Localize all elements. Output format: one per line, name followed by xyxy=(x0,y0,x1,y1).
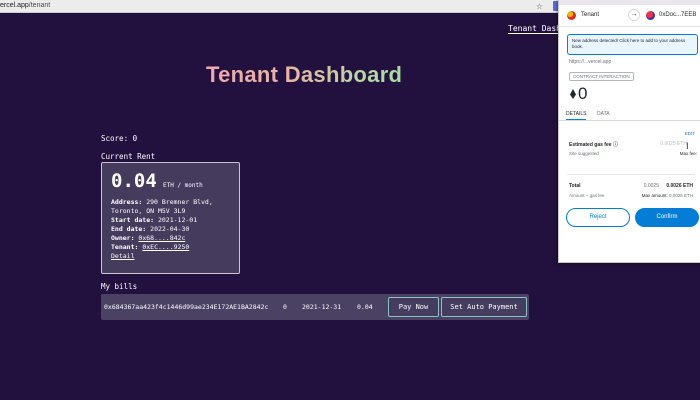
bill-due-date: 2021-12-31 xyxy=(302,303,342,311)
edit-gas-link[interactable]: EDIT xyxy=(685,131,695,136)
set-auto-payment-button[interactable]: Set Auto Payment xyxy=(441,297,527,317)
star-icon[interactable]: ☆ xyxy=(535,2,544,11)
request-origin: https://...vercel.app xyxy=(569,59,612,65)
estimated-gas-label: Estimated gas fee ⓘ xyxy=(569,142,618,148)
page-title: Tenant Dashboard xyxy=(206,62,403,87)
estimated-gas-value: 0.0025 ETH xyxy=(660,141,687,147)
site-suggested-label: Site suggested xyxy=(569,151,599,156)
url-host: ercel.app xyxy=(0,2,29,9)
arrow-right-icon: → xyxy=(628,9,640,21)
rent-start-date: Start date: 2021-12-01 xyxy=(111,216,198,224)
rent-amount: 0.04 xyxy=(111,170,157,192)
wallet-tabs: DETAILS DATA xyxy=(559,109,700,121)
bill-address: 0x684367aa423f4c1446d99ae234E172AE1BA284… xyxy=(104,303,269,311)
max-amount: Max amount: 0.0025 ETH xyxy=(641,193,693,198)
rent-address-row: Address: 290 Bremner Blvd, xyxy=(111,198,213,206)
score-label: Score: 0 xyxy=(101,134,138,143)
ethereum-icon xyxy=(570,89,576,99)
rent-address-line2: Toronto, ON M5V 3L9 xyxy=(111,207,186,215)
divider xyxy=(567,174,695,175)
rent-detail-link[interactable]: Detail xyxy=(111,252,134,260)
total-value: 0.0026 ETH xyxy=(666,183,693,189)
info-icon[interactable]: ⓘ xyxy=(613,142,618,148)
address-bar[interactable]: ercel.app/tenant xyxy=(0,2,50,11)
from-account-avatar xyxy=(567,11,576,20)
wallet-account-header: Tenant → 0xDoc...7EEB xyxy=(559,5,700,27)
new-address-notice[interactable]: New address detected! Click here to add … xyxy=(567,34,698,55)
current-rent-card: 0.04 ETH / month Address: 290 Bremner Bl… xyxy=(101,162,240,274)
rent-unit: ETH / month xyxy=(163,182,203,189)
wallet-popup: Tenant → 0xDoc...7EEB New address detect… xyxy=(558,0,700,263)
bill-amount: 0.04 xyxy=(357,303,373,311)
my-bills-heading: My bills xyxy=(101,282,138,291)
amount-gas-label: Amount + gas fee xyxy=(569,193,605,198)
rent-tenant: Tenant: 0xEC....9250 xyxy=(111,243,190,251)
tenant-address-link[interactable]: 0xEC....9250 xyxy=(142,243,189,251)
contract-interaction-tag: CONTRACT INTERACTION xyxy=(569,72,634,81)
rent-owner: Owner: 0x68....842c xyxy=(111,234,186,242)
tab-details[interactable]: DETAILS xyxy=(566,111,587,120)
total-label: Total xyxy=(569,183,581,189)
total-small-value: 0.0025 xyxy=(643,183,659,189)
confirm-button[interactable]: Confirm xyxy=(635,208,699,227)
owner-address-link[interactable]: 0x68....842c xyxy=(138,234,185,242)
to-account-address[interactable]: 0xDoc...7EEB xyxy=(659,12,696,18)
bill-status: 0 xyxy=(283,303,287,311)
table-row: 0x684367aa423f4c1446d99ae234E172AE1BA284… xyxy=(101,294,529,320)
tab-data[interactable]: DATA xyxy=(597,111,610,117)
to-account-avatar xyxy=(646,11,655,20)
text-cursor-icon: I xyxy=(686,142,689,152)
transaction-amount: 0 xyxy=(578,84,588,103)
current-rent-heading: Current Rent xyxy=(101,152,156,161)
url-path: /tenant xyxy=(28,2,51,9)
pay-now-button[interactable]: Pay Now xyxy=(388,297,439,317)
reject-button[interactable]: Reject xyxy=(566,208,630,227)
rent-end-date: End date: 2022-04-30 xyxy=(111,225,190,233)
from-account-name: Tenant xyxy=(581,12,600,18)
